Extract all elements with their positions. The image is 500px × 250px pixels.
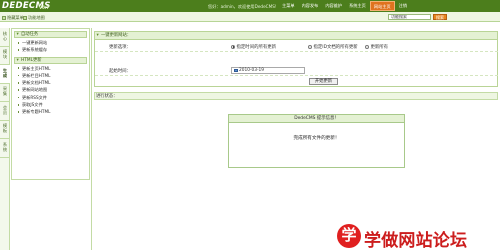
top-nav: 主菜单 内容发布 内容维护 系统主页 网站主页 注销 bbox=[279, 0, 411, 12]
update-options-label: 更新选项： bbox=[109, 44, 131, 50]
option-by-id-label: 指定ID文档的所有更新 bbox=[313, 44, 358, 50]
module-tab-3[interactable]: 采集 bbox=[0, 84, 10, 102]
top-header: DEDECMS V5.7 您好：admin，欢迎使用DedeCMS! 主菜单 内… bbox=[0, 0, 500, 12]
module-tabs: 核心 模块 生成 采集 会员 模板 系统 bbox=[0, 28, 10, 250]
top-nav-publish[interactable]: 内容发布 bbox=[299, 1, 322, 11]
panel-divider bbox=[91, 28, 92, 250]
top-nav-system-home[interactable]: 系统主页 bbox=[346, 1, 369, 11]
menu-item-update-docs[interactable]: 更新文档HTML bbox=[12, 79, 89, 86]
hide-menu-icon bbox=[2, 15, 6, 20]
menu-item-update-site[interactable]: 一键更新网站 bbox=[12, 39, 89, 46]
option-all[interactable]: 更新所有 bbox=[365, 44, 388, 50]
menu-group-auto-task[interactable]: 自动任务 bbox=[14, 31, 87, 38]
module-tab-2[interactable]: 生成 bbox=[0, 65, 10, 84]
radio-all[interactable] bbox=[365, 44, 369, 49]
top-nav-site-home[interactable]: 网站主页 bbox=[369, 1, 395, 11]
option-by-time[interactable]: 指定时间的所有更新 bbox=[231, 44, 276, 50]
option-by-id[interactable]: 指定ID文档的所有更新 bbox=[308, 44, 358, 50]
module-tab-5[interactable]: 模板 bbox=[0, 121, 10, 139]
update-panel: 一键更新网站： 更新选项： 指定时间的所有更新 指定ID文档的所有更新 更新所有… bbox=[94, 31, 498, 87]
menu-item-get-js[interactable]: 获取JS文件 bbox=[12, 101, 89, 108]
menu-group-html-update[interactable]: HTML更新 bbox=[14, 56, 87, 64]
radio-by-time[interactable] bbox=[231, 44, 235, 49]
feature-map-icon bbox=[23, 15, 27, 20]
feature-map-button[interactable]: 功能地图 bbox=[23, 15, 45, 21]
module-tab-1[interactable]: 模块 bbox=[0, 47, 10, 65]
left-menu: 自动任务 一键更新网站 更新系统缓存 HTML更新 更新主页HTML 更新栏目H… bbox=[11, 28, 90, 180]
module-tab-4[interactable]: 会员 bbox=[0, 102, 10, 121]
watermark-text: 学做网站论坛 bbox=[364, 231, 468, 250]
menu-item-update-category[interactable]: 更新栏目HTML bbox=[12, 72, 89, 79]
module-tab-6[interactable]: 系统 bbox=[0, 139, 10, 158]
message-box: DedeCMS 提示信息！ 完成所有文件的更新！ bbox=[228, 114, 405, 168]
feature-map-label: 功能地图 bbox=[28, 14, 45, 20]
hide-menu-label: 隐藏菜单 bbox=[7, 14, 24, 20]
option-by-time-label: 指定时间的所有更新 bbox=[236, 44, 277, 50]
start-time-label: 起始时间： bbox=[109, 68, 131, 74]
start-time-row: 起始时间： 2010-03-19 bbox=[95, 64, 498, 76]
sub-toolbar: 隐藏菜单 功能地图 搜索 bbox=[0, 12, 500, 22]
search-button[interactable]: 搜索 bbox=[433, 13, 447, 20]
start-date-input[interactable]: 2010-03-19 bbox=[231, 66, 305, 74]
logo-version: V5.7 bbox=[39, 4, 50, 10]
radio-by-id[interactable] bbox=[308, 44, 312, 49]
hide-menu-button[interactable]: 隐藏菜单 bbox=[2, 15, 24, 21]
start-update-button[interactable]: 开始更新 bbox=[309, 78, 338, 85]
search-input[interactable] bbox=[388, 13, 431, 20]
calendar-icon[interactable] bbox=[233, 68, 238, 73]
welcome-text: 您好：admin，欢迎使用DedeCMS! bbox=[208, 3, 277, 9]
top-nav-maintain[interactable]: 内容维护 bbox=[322, 1, 345, 11]
main-content: 一键更新网站： 更新选项： 指定时间的所有更新 指定ID文档的所有更新 更新所有… bbox=[93, 28, 500, 250]
menu-item-update-sitemap[interactable]: 更新网站地图 bbox=[12, 86, 89, 93]
panel-title: 一键更新网站： bbox=[95, 32, 497, 40]
menu-item-update-cache[interactable]: 更新系统缓存 bbox=[12, 46, 89, 53]
menu-item-update-home[interactable]: 更新主页HTML bbox=[12, 65, 89, 72]
menu-item-update-rss[interactable]: 更新RSS文件 bbox=[12, 94, 89, 101]
watermark-logo-icon: 学 bbox=[337, 224, 361, 248]
top-nav-logout[interactable]: 注销 bbox=[396, 1, 410, 11]
top-nav-main-menu[interactable]: 主菜单 bbox=[279, 1, 298, 11]
update-options-row: 更新选项： 指定时间的所有更新 指定ID文档的所有更新 更新所有 bbox=[95, 40, 498, 52]
module-tab-0[interactable]: 核心 bbox=[0, 28, 10, 47]
menu-item-update-topic[interactable]: 更新专题HTML bbox=[12, 108, 89, 115]
start-date-value: 2010-03-19 bbox=[239, 67, 264, 73]
status-bar: 进行状态： bbox=[94, 92, 498, 100]
option-all-label: 更新所有 bbox=[370, 44, 389, 50]
message-body: 完成所有文件的更新！ bbox=[293, 136, 340, 141]
message-title: DedeCMS 提示信息！ bbox=[229, 115, 404, 123]
